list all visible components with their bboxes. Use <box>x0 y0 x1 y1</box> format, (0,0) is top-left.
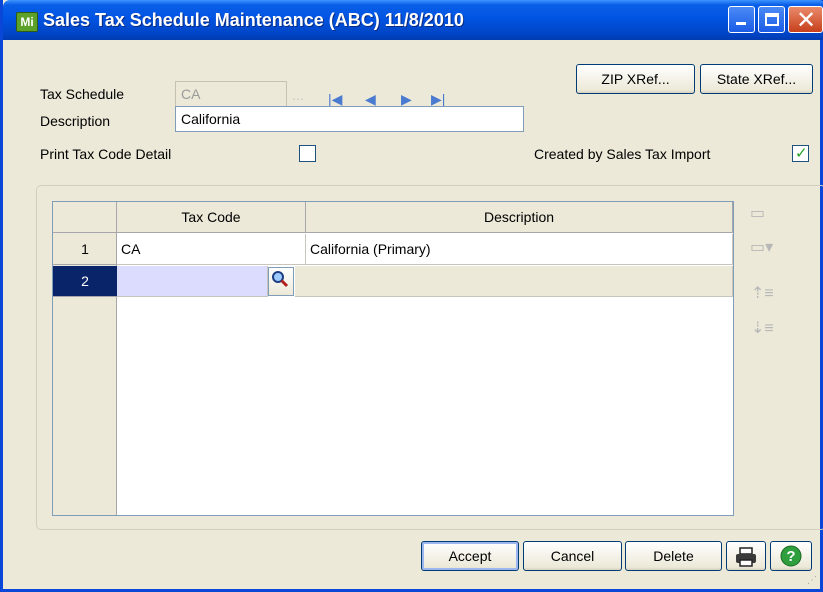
maximize-icon <box>765 13 779 26</box>
resize-grip-icon[interactable]: ⋰ <box>807 575 817 586</box>
close-icon: ✕ <box>796 6 817 34</box>
accept-button[interactable]: Accept <box>421 541 519 571</box>
created-by-import-checkbox[interactable]: ✓ <box>792 144 809 162</box>
next-record-icon[interactable]: ▶ <box>401 92 412 106</box>
tax-schedule-field[interactable]: CA <box>175 81 287 107</box>
help-icon: ? <box>780 545 802 567</box>
minimize-icon <box>736 22 746 25</box>
tax-code-edit-cell[interactable] <box>117 266 268 297</box>
svg-text:?: ? <box>786 548 795 565</box>
check-mark-icon: ✓ <box>795 144 808 162</box>
description-label: Description <box>40 113 111 129</box>
minimize-button[interactable] <box>728 6 755 33</box>
title-bar[interactable]: Mi Sales Tax Schedule Maintenance (ABC) … <box>3 0 823 40</box>
print-button[interactable] <box>726 541 766 571</box>
created-by-import-label: Created by Sales Tax Import <box>534 146 711 162</box>
description-cell[interactable]: California (Primary) <box>306 234 733 265</box>
maximize-button[interactable] <box>758 6 785 33</box>
description-cell[interactable] <box>295 266 733 297</box>
insert-row-icon[interactable]: ▭ <box>750 203 765 223</box>
zip-xref-button[interactable]: ZIP XRef... <box>576 64 695 94</box>
delete-row-icon[interactable]: ▭▾ <box>750 237 773 257</box>
print-tax-code-detail-label: Print Tax Code Detail <box>40 146 172 162</box>
first-record-icon[interactable]: |◀ <box>328 92 342 106</box>
lookup-disabled-icon: ⋯ <box>292 92 304 106</box>
app-icon: Mi <box>16 12 38 32</box>
help-button[interactable]: ? <box>770 541 812 571</box>
grid-corner-header <box>53 202 117 233</box>
delete-button[interactable]: Delete <box>625 541 722 571</box>
cancel-button[interactable]: Cancel <box>523 541 622 571</box>
tax-code-cell[interactable]: CA <box>117 234 306 265</box>
tax-code-lookup-button[interactable] <box>268 267 294 296</box>
last-record-icon[interactable]: ▶| <box>431 92 445 106</box>
sales-tax-schedule-window: Mi Sales Tax Schedule Maintenance (ABC) … <box>0 0 823 592</box>
description-field[interactable]: California <box>175 106 524 132</box>
magnifier-icon <box>272 271 289 288</box>
description-column-header[interactable]: Description <box>306 202 733 233</box>
tax-schedule-label: Tax Schedule <box>40 86 125 102</box>
move-up-icon[interactable]: ⇡≡ <box>751 283 774 303</box>
printer-icon <box>736 547 756 567</box>
tax-code-grid[interactable]: Tax Code Description 1 CA California (Pr… <box>52 201 734 516</box>
close-button[interactable]: ✕ <box>788 6 823 34</box>
move-down-icon[interactable]: ⇣≡ <box>751 318 774 338</box>
row-number[interactable]: 1 <box>53 234 117 265</box>
row-number-selected[interactable]: 2 <box>53 266 117 297</box>
tax-code-column-header[interactable]: Tax Code <box>117 202 306 233</box>
print-tax-code-detail-checkbox[interactable] <box>299 145 316 162</box>
previous-record-icon[interactable]: ◀ <box>365 92 376 106</box>
window-title: Sales Tax Schedule Maintenance (ABC) 11/… <box>43 10 464 30</box>
state-xref-button[interactable]: State XRef... <box>700 64 813 94</box>
